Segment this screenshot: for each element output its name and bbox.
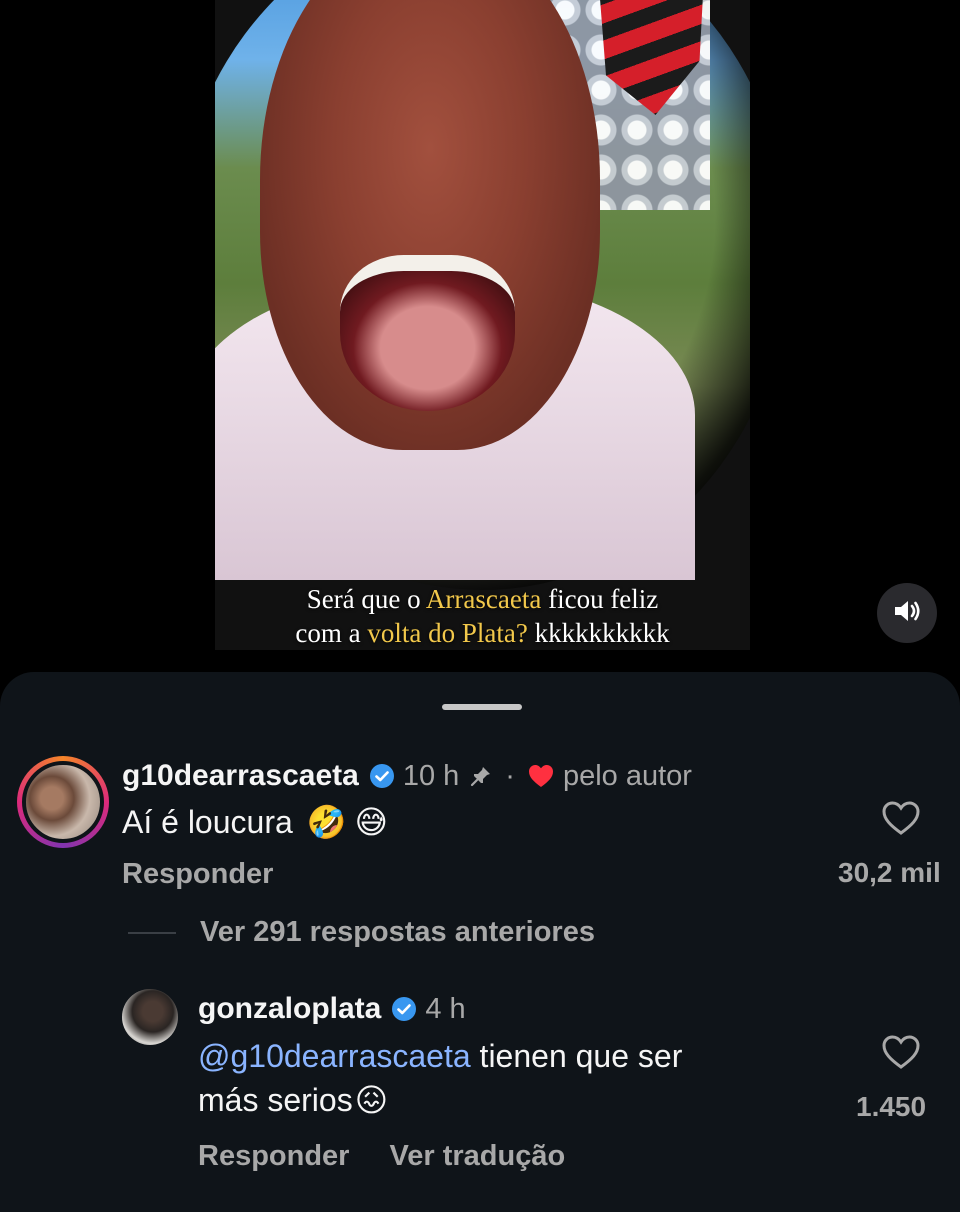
liked-by-author-label: pelo autor: [562, 759, 692, 792]
reply-text-line-2: más serios😖: [198, 1078, 818, 1122]
video-player[interactable]: Será que o Arrascaeta ficou feliz com a …: [0, 0, 960, 680]
video-frame[interactable]: [215, 0, 750, 650]
video-caption: Será que o Arrascaeta ficou feliz com a …: [215, 582, 750, 650]
avatar: [22, 761, 104, 843]
reply-text-line-1: @g10dearrascaeta tienen que ser: [198, 1038, 683, 1074]
meta-separator: ·: [505, 759, 515, 792]
like-count: 30,2 mil: [838, 857, 941, 888]
reply-actions: Responder Ver tradução: [198, 1140, 565, 1173]
speaker-icon: [892, 598, 922, 629]
person-mouth: [340, 255, 515, 411]
verified-badge-icon: [369, 763, 395, 789]
reply-body: @g10dearrascaeta tienen que ser más seri…: [198, 1034, 818, 1122]
like-count: 1.450: [856, 1091, 927, 1122]
reply-button[interactable]: Responder: [198, 1140, 349, 1173]
pin-icon: [469, 764, 493, 788]
comment-text: Aí é loucura: [122, 804, 293, 840]
like-heart-icon[interactable]: [881, 1034, 921, 1070]
replies-divider: [128, 931, 176, 934]
comment-username[interactable]: g10dearrascaeta: [122, 759, 359, 793]
caption-line-1: Será que o Arrascaeta ficou feliz: [306, 584, 659, 614]
caption-highlight: Arrascaeta: [425, 584, 542, 614]
caption-line-2: com a volta do Plata? kkkkkkkkkk: [295, 618, 670, 648]
reply-header: gonzaloplata 4 h: [198, 989, 466, 1029]
verified-badge-icon: [391, 996, 417, 1022]
creator-heart-icon: [527, 763, 555, 789]
sheet-grabber[interactable]: [442, 704, 522, 710]
rofl-emoji-icon: 🤣: [306, 804, 347, 840]
view-replies-label: Ver 291 respostas anteriores: [200, 916, 595, 948]
sweat-smile-emoji-icon: 😅: [354, 804, 388, 840]
mention-link[interactable]: @g10dearrascaeta: [198, 1038, 471, 1074]
comments-sheet[interactable]: g10dearrascaeta 10 h · pelo autor Aí é l…: [0, 672, 960, 1212]
translate-button[interactable]: Ver tradução: [389, 1140, 565, 1173]
comment-time: 10 h: [402, 759, 460, 792]
reply-button[interactable]: Responder: [122, 858, 273, 891]
comment-actions: Responder: [122, 858, 273, 891]
mute-button[interactable]: [877, 583, 937, 643]
reply-time: 4 h: [425, 992, 466, 1025]
avatar[interactable]: [122, 989, 178, 1045]
like-heart-icon[interactable]: [881, 800, 921, 836]
comment-header: g10dearrascaeta 10 h · pelo autor: [122, 756, 692, 796]
confounded-emoji-icon: 😖: [354, 1082, 389, 1118]
view-replies-button[interactable]: Ver 291 respostas anteriores: [128, 916, 595, 949]
comment-body: Aí é loucura 🤣 😅: [122, 800, 388, 844]
reply-username[interactable]: gonzaloplata: [198, 992, 381, 1026]
caption-highlight: volta do Plata?: [367, 618, 528, 648]
avatar-story-ring[interactable]: [17, 756, 109, 848]
video-background: [215, 0, 750, 590]
